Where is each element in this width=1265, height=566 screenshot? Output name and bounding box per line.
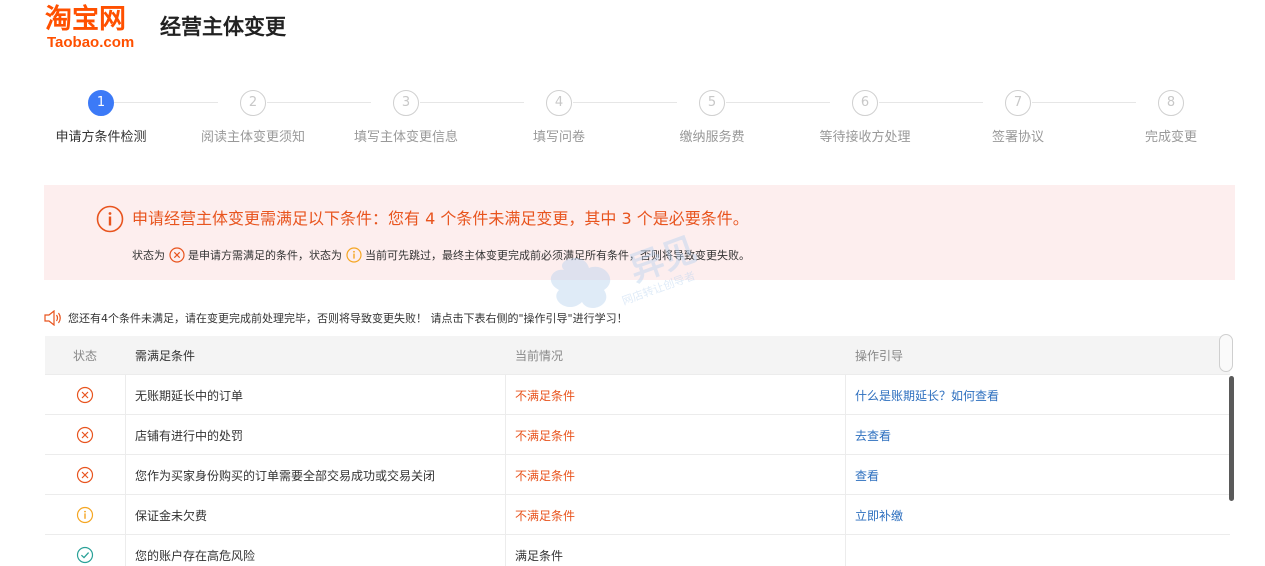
- error-circle-icon: [76, 386, 94, 404]
- warning-circle-icon: [345, 247, 362, 263]
- scrollbar-thumb[interactable]: [1229, 376, 1234, 501]
- step-8-number: 8: [1158, 90, 1184, 116]
- step-6-label: 等待接收方处理: [819, 130, 911, 145]
- step-connector: [420, 102, 524, 103]
- error-circle-icon: [168, 247, 185, 263]
- step-2-label: 阅读主体变更须知: [200, 130, 305, 145]
- alert-subtext: 状态为 是申请方需满足的条件，状态为 当前可先跳过，最终主体变更完成前必须满足所…: [132, 247, 750, 264]
- row-guide: 去查看: [855, 415, 1225, 455]
- row-guide: 什么是账期延长？如何查看: [855, 375, 1225, 415]
- step-progress: 1 申请方条件检测 2 阅读主体变更须知 3 填写主体变更信息 4 填写问卷 5…: [0, 88, 1265, 148]
- info-circle-icon: [96, 205, 124, 233]
- row-guide: [855, 535, 1225, 566]
- conditions-table: 状态 需满足条件 当前情况 操作引导 无账期延长中的订单 不满足条件 什么是账期…: [45, 336, 1230, 566]
- step-connector: [573, 102, 677, 103]
- step-5-label: 缴纳服务费: [679, 130, 745, 145]
- table-row: 保证金未欠费 不满足条件 立即补缴: [45, 494, 1230, 535]
- error-circle-icon: [76, 466, 94, 484]
- error-circle-icon: [76, 426, 94, 444]
- row-condition: 保证金未欠费: [135, 508, 208, 523]
- table-row: 无账期延长中的订单 不满足条件 什么是账期延长？如何查看: [45, 374, 1230, 415]
- row-status: [45, 495, 125, 535]
- header-current: 当前情况: [515, 348, 564, 363]
- speaker-icon: [44, 310, 61, 326]
- row-condition: 无账期延长中的订单: [135, 388, 244, 403]
- step-connector: [879, 102, 983, 103]
- step-connector: [726, 102, 830, 103]
- header-status: 状态: [72, 348, 97, 363]
- row-current: 不满足条件: [515, 388, 576, 403]
- notice-line: 您还有4个条件未满足，请在变更完成前处理完毕，否则将导致变更失败！ 请点击下表右…: [44, 309, 628, 329]
- table-header: 状态 需满足条件 当前情况 操作引导: [45, 336, 1230, 374]
- row-condition: 您作为买家身份购买的订单需要全部交易成功或交易关闭: [135, 468, 436, 483]
- page-title: 经营主体变更: [160, 15, 286, 39]
- logo-chinese-text: 淘宝网: [45, 4, 126, 35]
- notice-text: 您还有4个条件未满足，请在变更完成前处理完毕，否则将导致变更失败！ 请点击下表右…: [68, 312, 628, 325]
- scrollbar-top-handle[interactable]: [1219, 334, 1233, 372]
- header-condition: 需满足条件: [135, 348, 196, 363]
- row-status: [45, 415, 125, 455]
- row-guide: 立即补缴: [855, 495, 1225, 535]
- step-2-number: 2: [240, 90, 266, 116]
- step-connector: [114, 102, 218, 103]
- step-connector: [267, 102, 371, 103]
- row-status: [45, 535, 125, 566]
- row-current: 不满足条件: [515, 508, 576, 523]
- guide-link[interactable]: 查看: [855, 467, 879, 484]
- logo-english-text: Taobao.com: [47, 34, 135, 51]
- row-guide: 查看: [855, 455, 1225, 495]
- step-6-number: 6: [852, 90, 878, 116]
- step-3-number: 3: [393, 90, 419, 116]
- row-current: 不满足条件: [515, 468, 576, 483]
- row-current: 不满足条件: [515, 428, 576, 443]
- table-row: 您作为买家身份购买的订单需要全部交易成功或交易关闭 不满足条件 查看: [45, 454, 1230, 495]
- step-4-number: 4: [546, 90, 572, 116]
- row-condition: 店铺有进行中的处罚: [135, 428, 244, 443]
- guide-link[interactable]: 什么是账期延长？如何查看: [855, 387, 999, 404]
- step-1-label: 申请方条件检测: [55, 130, 147, 145]
- table-row: 店铺有进行中的处罚 不满足条件 去查看: [45, 414, 1230, 455]
- guide-link[interactable]: 立即补缴: [855, 507, 903, 524]
- step-1-number: 1: [88, 90, 114, 116]
- guide-link[interactable]: 去查看: [855, 427, 891, 444]
- warning-circle-icon: [76, 506, 94, 524]
- alert-title: 申请经营主体变更需满足以下条件：您有 4 个条件未满足变更，其中 3 个是必要条…: [132, 209, 749, 228]
- requirements-alert: 申请经营主体变更需满足以下条件：您有 4 个条件未满足变更，其中 3 个是必要条…: [44, 185, 1235, 280]
- step-3-label: 填写主体变更信息: [353, 130, 458, 145]
- alert-subtext-part: 当前可先跳过，最终主体变更完成前必须满足所有条件，否则将导致变更失败。: [365, 249, 750, 262]
- row-status: [45, 455, 125, 495]
- row-status: [45, 375, 125, 415]
- header-guide: 操作引导: [855, 348, 904, 363]
- row-condition: 您的账户存在高危风险: [135, 548, 256, 563]
- table-row: 您的账户存在高危风险 满足条件: [45, 534, 1230, 566]
- step-4-label: 填写问卷: [532, 130, 585, 145]
- alert-subtext-part: 状态为: [132, 249, 165, 262]
- step-8-label: 完成变更: [1144, 130, 1197, 145]
- taobao-logo[interactable]: 淘宝网 Taobao.com: [45, 4, 155, 52]
- step-7-label: 签署协议: [991, 130, 1044, 145]
- row-current: 满足条件: [515, 548, 564, 563]
- step-5-number: 5: [699, 90, 725, 116]
- step-7-number: 7: [1005, 90, 1031, 116]
- step-connector: [1032, 102, 1136, 103]
- alert-subtext-part: 是申请方需满足的条件，状态为: [188, 249, 342, 262]
- check-circle-icon: [76, 546, 94, 564]
